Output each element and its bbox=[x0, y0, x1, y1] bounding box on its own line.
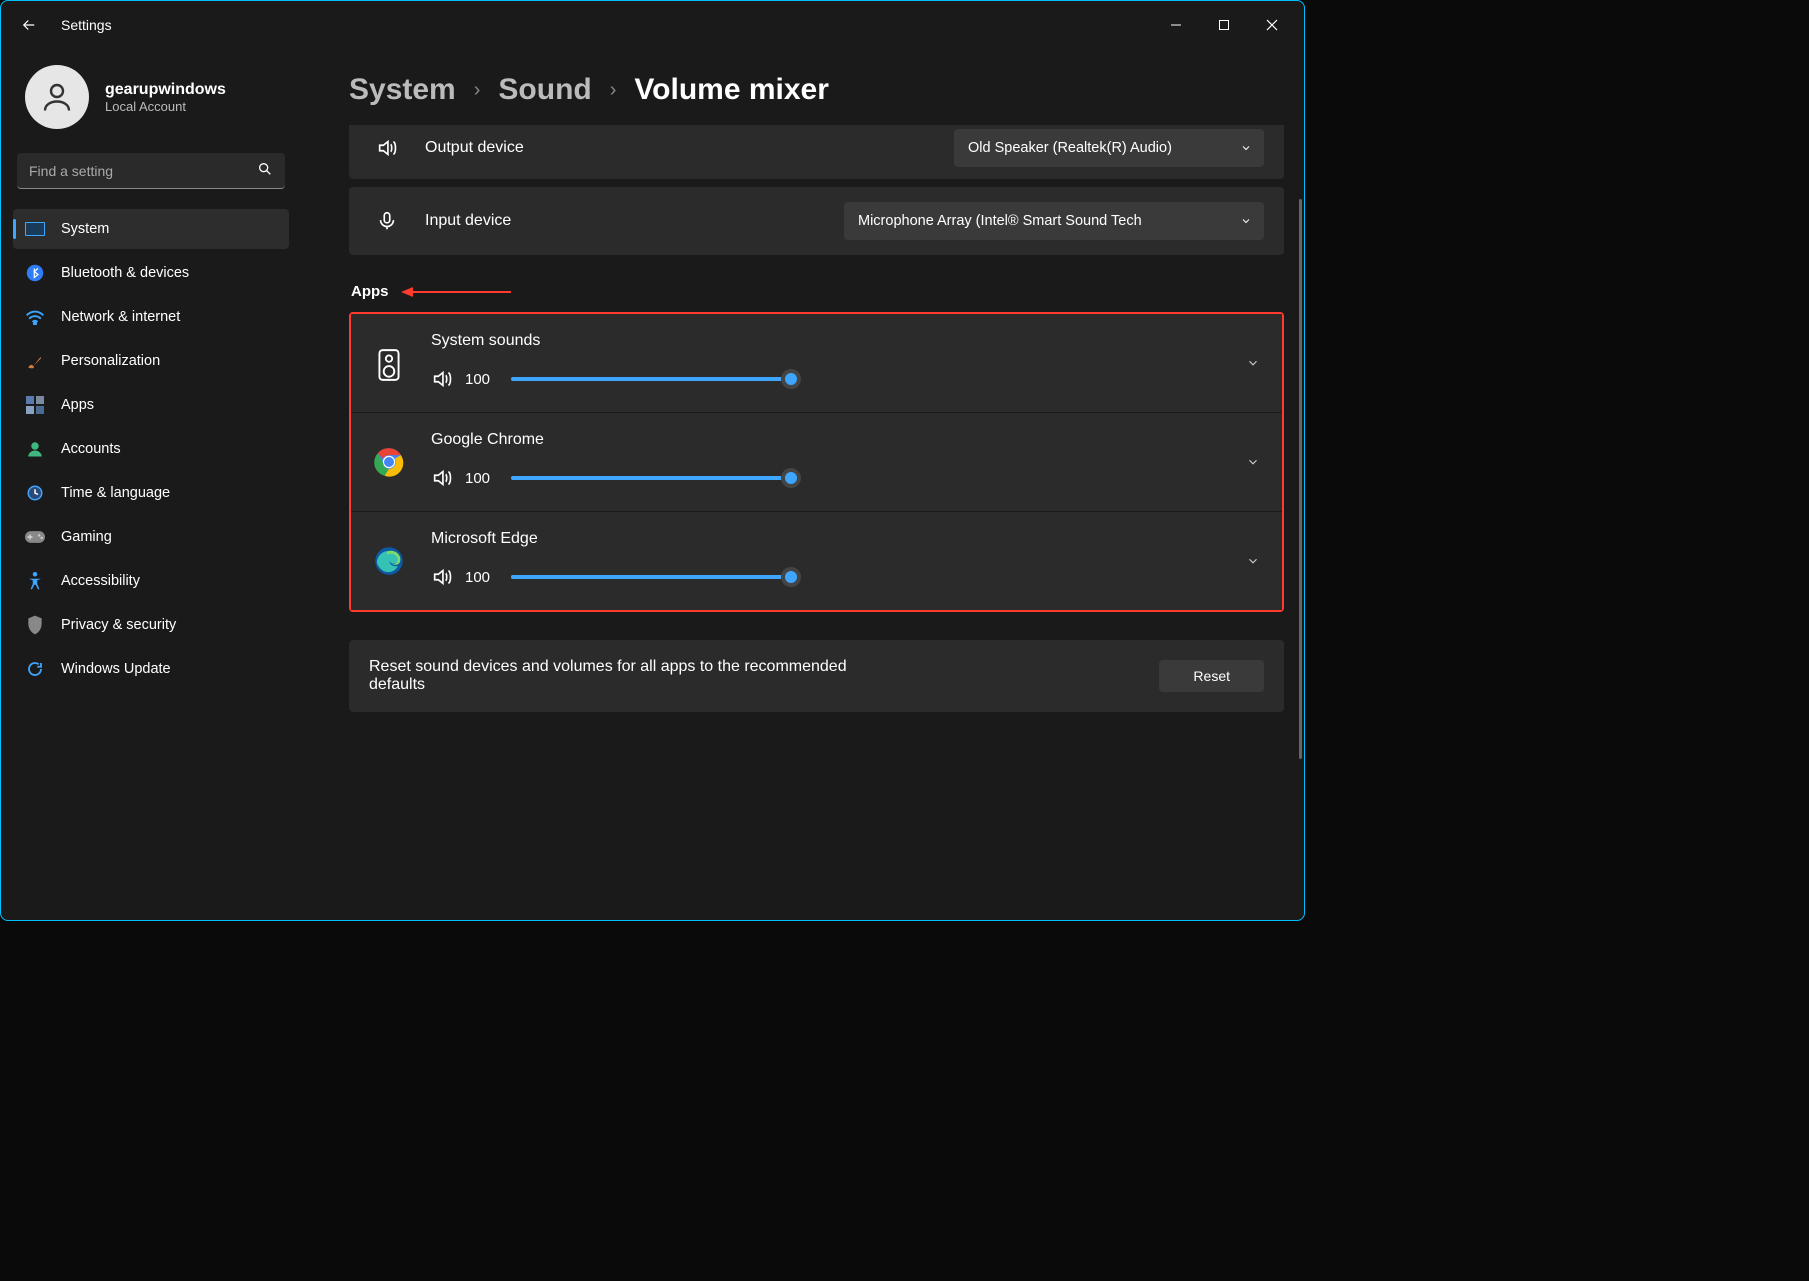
nav-item-accounts[interactable]: Accounts bbox=[13, 429, 289, 469]
user-account-type: Local Account bbox=[105, 99, 226, 114]
settings-window: Settings gearupwindows Local Account bbox=[0, 0, 1305, 921]
nav-item-gaming[interactable]: Gaming bbox=[13, 517, 289, 557]
app-name-label: Microsoft Edge bbox=[431, 530, 1262, 548]
sidebar: gearupwindows Local Account System Blueto… bbox=[1, 49, 301, 920]
chevron-down-icon bbox=[1240, 215, 1252, 227]
avatar bbox=[25, 65, 89, 129]
system-icon bbox=[25, 219, 45, 239]
volume-slider[interactable] bbox=[511, 476, 791, 480]
scrollbar[interactable] bbox=[1299, 199, 1302, 759]
nav-item-label: Bluetooth & devices bbox=[61, 265, 189, 281]
apps-icon bbox=[25, 395, 45, 415]
bluetooth-icon bbox=[25, 263, 45, 283]
nav-item-label: Apps bbox=[61, 397, 94, 413]
search-icon bbox=[257, 161, 273, 177]
volume-icon[interactable] bbox=[431, 566, 453, 588]
reset-card: Reset sound devices and volumes for all … bbox=[349, 640, 1284, 712]
breadcrumb-system[interactable]: System bbox=[349, 73, 456, 107]
breadcrumb-current: Volume mixer bbox=[634, 73, 829, 107]
app-name-label: Google Chrome bbox=[431, 431, 1262, 449]
apps-section-header: Apps bbox=[351, 283, 1284, 300]
expand-button[interactable] bbox=[1246, 554, 1260, 568]
search-input[interactable] bbox=[17, 153, 285, 189]
nav-item-accessibility[interactable]: Accessibility bbox=[13, 561, 289, 601]
nav-item-label: System bbox=[61, 221, 109, 237]
nav-item-label: Network & internet bbox=[61, 309, 180, 325]
clock-icon bbox=[25, 483, 45, 503]
nav-item-system[interactable]: System bbox=[13, 209, 289, 249]
breadcrumb-sound[interactable]: Sound bbox=[498, 73, 591, 107]
breadcrumb: System › Sound › Volume mixer bbox=[349, 73, 1284, 107]
volume-icon[interactable] bbox=[431, 467, 453, 489]
wifi-icon bbox=[25, 307, 45, 327]
app-volume-row: Microsoft Edge 100 bbox=[351, 512, 1282, 610]
back-button[interactable] bbox=[9, 5, 49, 45]
output-device-select[interactable]: Old Speaker (Realtek(R) Audio) bbox=[954, 129, 1264, 167]
user-name: gearupwindows bbox=[105, 81, 226, 99]
nav-item-label: Personalization bbox=[61, 353, 160, 369]
user-block[interactable]: gearupwindows Local Account bbox=[13, 57, 289, 153]
volume-icon[interactable] bbox=[431, 368, 453, 390]
maximize-button[interactable] bbox=[1200, 5, 1248, 45]
speaker-icon bbox=[369, 137, 405, 159]
expand-button[interactable] bbox=[1246, 455, 1260, 469]
update-icon bbox=[25, 659, 45, 679]
nav-item-apps[interactable]: Apps bbox=[13, 385, 289, 425]
nav-item-windows-update[interactable]: Windows Update bbox=[13, 649, 289, 689]
main-content: System › Sound › Volume mixer Output dev… bbox=[301, 49, 1304, 920]
volume-value: 100 bbox=[465, 371, 499, 388]
chrome-icon bbox=[371, 431, 407, 477]
shield-icon bbox=[25, 615, 45, 635]
chevron-down-icon bbox=[1240, 142, 1252, 154]
minimize-button[interactable] bbox=[1152, 5, 1200, 45]
access-icon bbox=[25, 571, 45, 591]
input-device-card: Input device Microphone Array (Intel® Sm… bbox=[349, 187, 1284, 255]
nav-item-privacy-security[interactable]: Privacy & security bbox=[13, 605, 289, 645]
search-box[interactable] bbox=[17, 153, 285, 189]
apps-annotation-box: System sounds 100 Google Chrome 100 bbox=[349, 312, 1284, 612]
microphone-icon bbox=[369, 210, 405, 232]
window-title: Settings bbox=[61, 17, 112, 33]
app-volume-row: Google Chrome 100 bbox=[351, 413, 1282, 512]
nav-item-label: Accounts bbox=[61, 441, 121, 457]
nav-item-bluetooth-devices[interactable]: Bluetooth & devices bbox=[13, 253, 289, 293]
nav-item-network-internet[interactable]: Network & internet bbox=[13, 297, 289, 337]
edge-icon bbox=[371, 530, 407, 576]
output-device-card: Output device Old Speaker (Realtek(R) Au… bbox=[349, 125, 1284, 179]
volume-value: 100 bbox=[465, 470, 499, 487]
chevron-right-icon: › bbox=[474, 79, 481, 102]
nav-item-label: Time & language bbox=[61, 485, 170, 501]
volume-slider[interactable] bbox=[511, 377, 791, 381]
chevron-right-icon: › bbox=[610, 79, 617, 102]
nav-item-label: Accessibility bbox=[61, 573, 140, 589]
titlebar: Settings bbox=[1, 1, 1304, 49]
nav-item-label: Privacy & security bbox=[61, 617, 176, 633]
account-icon bbox=[25, 439, 45, 459]
reset-description: Reset sound devices and volumes for all … bbox=[369, 658, 869, 694]
window-controls bbox=[1152, 5, 1296, 45]
volume-value: 100 bbox=[465, 569, 499, 586]
app-name-label: System sounds bbox=[431, 332, 1262, 350]
nav-item-time-language[interactable]: Time & language bbox=[13, 473, 289, 513]
expand-button[interactable] bbox=[1246, 356, 1260, 370]
nav-item-label: Gaming bbox=[61, 529, 112, 545]
brush-icon bbox=[25, 351, 45, 371]
game-icon bbox=[25, 527, 45, 547]
speaker-device-icon bbox=[371, 332, 407, 382]
close-button[interactable] bbox=[1248, 5, 1296, 45]
annotation-arrow-icon bbox=[401, 285, 511, 299]
nav-list: System Bluetooth & devices Network & inter… bbox=[13, 209, 289, 689]
nav-item-label: Windows Update bbox=[61, 661, 171, 677]
reset-button[interactable]: Reset bbox=[1159, 660, 1264, 692]
nav-item-personalization[interactable]: Personalization bbox=[13, 341, 289, 381]
app-volume-row: System sounds 100 bbox=[351, 314, 1282, 413]
input-device-label: Input device bbox=[425, 212, 511, 230]
volume-slider[interactable] bbox=[511, 575, 791, 579]
output-device-label: Output device bbox=[425, 139, 524, 157]
input-device-select[interactable]: Microphone Array (Intel® Smart Sound Tec… bbox=[844, 202, 1264, 240]
